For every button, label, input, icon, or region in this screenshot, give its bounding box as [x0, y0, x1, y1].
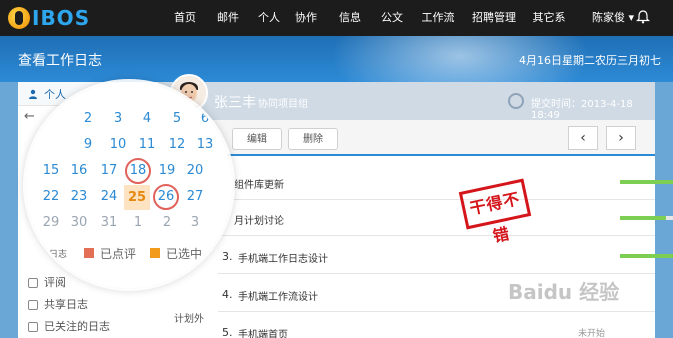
sidebar-item-label: 共享日志	[44, 298, 88, 311]
page-date: 4月16日星期二农历三月初七	[519, 54, 661, 67]
legend-has-log: 有日志	[40, 250, 68, 260]
calendar-day[interactable]: 27	[182, 186, 208, 208]
progress-bar	[620, 216, 673, 220]
nav-item-recruit[interactable]: 招聘管理	[464, 0, 524, 36]
item-text: 月计划讨论	[234, 216, 284, 227]
app-logo[interactable]: IBOS	[8, 5, 90, 31]
nav-item-home[interactable]: 首页	[168, 0, 202, 36]
progress-bar	[620, 180, 673, 184]
calendar-day[interactable]: 24	[96, 186, 122, 208]
progress-bar	[620, 254, 673, 258]
calendar-legend: 有日志 已点评 已选中	[26, 242, 232, 264]
bell-icon[interactable]	[636, 10, 650, 24]
item-text: 手机端首页	[238, 330, 288, 338]
edit-button[interactable]: 编辑	[232, 128, 282, 150]
sidebar-item-label: 已关注的日志	[44, 320, 110, 333]
calendar-day[interactable]: 2	[75, 108, 101, 130]
logo-mark-icon	[8, 7, 30, 29]
item-text: 手机端工作日志设计	[238, 254, 328, 265]
legend-reviewed: 已点评	[100, 247, 137, 261]
calendar-day[interactable]: 29	[38, 212, 64, 234]
item-number: 4.	[222, 288, 233, 301]
calendar-day-selected[interactable]: 25	[124, 185, 150, 210]
list-item[interactable]: 月计划讨论	[218, 200, 673, 236]
calendar-day[interactable]: 5	[164, 108, 190, 130]
calendar-day[interactable]: 23	[66, 186, 92, 208]
calendar-day[interactable]: 1	[125, 212, 151, 234]
item-text: 手机端工作流设计	[238, 292, 318, 303]
main-nav: 首页 邮件 个人 协作 信息 公文 工作流 招聘管理 其它系	[168, 0, 574, 36]
list-item[interactable]: 5. 手机端首页 未开始	[218, 314, 655, 338]
calendar-day[interactable]: 15	[38, 160, 64, 182]
nav-item-mail[interactable]: 邮件	[202, 0, 254, 36]
calendar-day[interactable]: 2	[154, 212, 180, 234]
legend-swatch-has-log	[30, 250, 37, 257]
legend-swatch-reviewed	[84, 248, 94, 258]
list-item[interactable]: 组件库更新	[218, 164, 673, 200]
calendar-day[interactable]: 9	[75, 134, 101, 156]
calendar-day[interactable]: 17	[96, 160, 122, 182]
calendar-day[interactable]: 31	[96, 212, 122, 234]
calendar-day[interactable]: 30	[66, 212, 92, 234]
nav-item-docs[interactable]: 公文	[372, 0, 412, 36]
logo-text: IBOS	[32, 6, 91, 30]
calendar-day[interactable]: 6	[192, 108, 218, 130]
unplanned-label: 计划外	[174, 314, 204, 325]
next-log-button[interactable]: ›	[606, 126, 636, 150]
legend-swatch-selected	[150, 248, 160, 258]
sidebar-item-followed[interactable]: 已关注的日志	[18, 316, 158, 338]
list-item[interactable]: 3. 手机端工作日志设计	[218, 238, 673, 274]
calendar-day[interactable]: 3	[105, 108, 131, 130]
page-title: 查看工作日志	[18, 53, 102, 69]
submit-time: 提交时间：2013-4-18 18:49	[531, 99, 633, 121]
calendar-day-reviewed[interactable]: 26	[153, 184, 179, 210]
log-dept: 协同项目组	[258, 99, 308, 110]
calendar-day[interactable]: 16	[66, 160, 92, 182]
calendar-day[interactable]: 12	[164, 134, 190, 156]
star-icon	[28, 322, 38, 332]
user-menu[interactable]: 陈家俊 ▾	[592, 0, 634, 36]
prev-log-button[interactable]: ‹	[568, 126, 598, 150]
legend-selected: 已选中	[166, 247, 203, 261]
sidebar-item-shared[interactable]: 共享日志	[18, 294, 158, 316]
item-status: 未开始	[578, 329, 606, 338]
top-navbar: IBOS 首页 邮件 个人 协作 信息 公文 工作流 招聘管理 其它系 陈家俊 …	[0, 0, 673, 36]
nav-item-personal[interactable]: 个人	[254, 0, 284, 36]
calendar-day[interactable]: 11	[134, 134, 160, 156]
delete-button[interactable]: 删除	[288, 128, 338, 150]
nav-item-workflow[interactable]: 工作流	[412, 0, 464, 36]
calendar-day[interactable]: 19	[154, 160, 180, 182]
page-header-band: 查看工作日志 4月16日星期二农历三月初七	[0, 36, 673, 82]
calendar-day-reviewed[interactable]: 18	[125, 158, 151, 184]
nav-item-other[interactable]: 其它系	[524, 0, 574, 36]
calendar-day[interactable]: 4	[134, 108, 160, 130]
calendar-magnifier: 2 3 4 5 6 9 10 11 12 13 15 16 17 18 19 2…	[26, 82, 232, 288]
item-text: 组件库更新	[234, 180, 284, 191]
log-header: 张三丰 协同项目组 提交时间：2013-4-18 18:49	[158, 74, 655, 121]
calendar-day[interactable]: 13	[192, 134, 218, 156]
item-number: 5.	[222, 326, 233, 338]
nav-item-info[interactable]: 信息	[328, 0, 372, 36]
clock-icon	[508, 93, 524, 109]
nav-item-collab[interactable]: 协作	[284, 0, 328, 36]
calendar-day[interactable]: 3	[182, 212, 208, 234]
watermark: Baidu 经验	[508, 280, 620, 304]
share-icon	[28, 300, 38, 310]
log-toolbar: 编辑 删除 ‹ ›	[158, 120, 655, 156]
calendar-day[interactable]: 20	[182, 160, 208, 182]
calendar-day[interactable]: 22	[38, 186, 64, 208]
calendar-day[interactable]: 10	[105, 134, 131, 156]
